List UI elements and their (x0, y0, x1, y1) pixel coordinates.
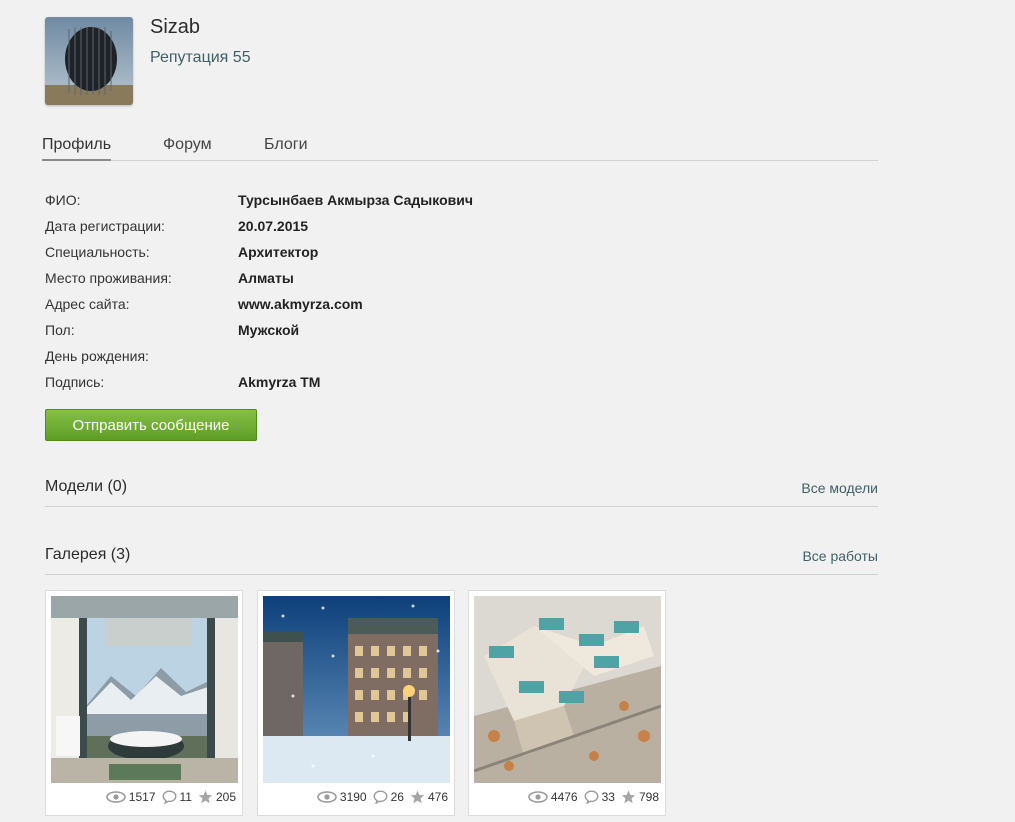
views-count: 1517 (128, 790, 156, 804)
info-row-gender: Пол: Мужской (45, 319, 745, 345)
star-icon (621, 790, 636, 804)
comments-stat: 33 (584, 790, 615, 804)
info-label: ФИО: (45, 192, 81, 208)
rating-count: 798 (638, 790, 659, 804)
info-label: Дата регистрации: (45, 218, 165, 234)
views-stat: 1517 (105, 790, 156, 804)
info-row-birthday: День рождения: (45, 345, 745, 371)
views-count: 4476 (550, 790, 578, 804)
info-label: Место проживания: (45, 270, 172, 286)
eye-icon (105, 791, 126, 803)
rating-stat: 205 (198, 790, 236, 804)
gallery-section-header: Галерея (3) Все работы (45, 546, 878, 575)
models-title: Модели (0) (45, 478, 128, 495)
gallery-thumbnail-winter-building[interactable] (263, 596, 450, 783)
tab-forum[interactable]: Форум (163, 136, 212, 159)
gallery-title: Галерея (3) (45, 546, 131, 563)
eye-icon (528, 791, 548, 803)
info-row-specialty: Специальность: Архитектор (45, 241, 745, 267)
info-value: Турсынбаев Акмырза Садыкович (238, 192, 473, 208)
info-row-fullname: ФИО: Турсынбаев Акмырза Садыкович (45, 189, 745, 215)
rating-stat: 476 (410, 790, 448, 804)
gallery-card[interactable]: 3190 26 476 (257, 590, 455, 816)
rating-count: 476 (427, 790, 448, 804)
comment-icon (161, 790, 177, 804)
info-row-registration-date: Дата регистрации: 20.07.2015 (45, 215, 745, 241)
gallery-thumbnail-bathroom[interactable] (51, 596, 238, 783)
all-works-link[interactable]: Все работы (802, 548, 878, 564)
views-stat: 3190 (317, 790, 367, 804)
rating-count: 205 (215, 790, 236, 804)
gallery-thumbnail-residential-complex[interactable] (474, 596, 661, 783)
comments-count: 11 (179, 790, 192, 804)
send-message-button[interactable]: Отправить сообщение (45, 409, 257, 441)
username: Sizab (150, 16, 201, 38)
reputation: Репутация 55 (150, 49, 251, 66)
comments-stat: 26 (373, 790, 404, 804)
info-row-website: Адрес сайта: www.akmyrza.com (45, 293, 745, 319)
info-label: Адрес сайта: (45, 296, 130, 312)
comments-stat: 11 (161, 790, 192, 804)
info-label: День рождения: (45, 348, 149, 364)
comments-count: 26 (390, 790, 404, 804)
star-icon (198, 790, 213, 804)
star-icon (410, 790, 425, 804)
info-value: 20.07.2015 (238, 218, 309, 234)
profile-info: ФИО: Турсынбаев Акмырза Садыкович Дата р… (45, 189, 745, 397)
gallery-stats: 4476 33 798 (522, 790, 659, 804)
website-link[interactable]: www.akmyrza.com (238, 293, 363, 315)
profile-tabs: Профиль Форум Блоги (42, 136, 878, 161)
info-row-location: Место проживания: Алматы (45, 267, 745, 293)
info-label: Подпись: (45, 374, 105, 390)
info-row-signature: Подпись: Akmyrza TM (45, 371, 745, 397)
models-section-header: Модели (0) Все модели (45, 478, 878, 507)
comment-icon (584, 790, 599, 804)
gallery-card[interactable]: 1517 11 205 (45, 590, 243, 816)
gallery-card[interactable]: 4476 33 798 (468, 590, 666, 816)
comments-count: 33 (601, 790, 615, 804)
rating-stat: 798 (621, 790, 659, 804)
tab-profile[interactable]: Профиль (42, 136, 112, 161)
info-value: Архитектор (238, 244, 319, 260)
info-value: Akmyrza TM (238, 374, 321, 390)
eye-icon (317, 791, 337, 803)
tab-blogs[interactable]: Блоги (264, 136, 308, 159)
all-models-link[interactable]: Все модели (801, 480, 878, 496)
comment-icon (373, 790, 388, 804)
info-value: Алматы (238, 270, 294, 286)
info-label: Пол: (45, 322, 75, 338)
avatar[interactable] (45, 17, 133, 105)
gallery-stats: 3190 26 476 (311, 790, 448, 804)
info-label: Специальность: (45, 244, 150, 260)
views-count: 3190 (339, 790, 367, 804)
gallery-stats: 1517 11 205 (100, 790, 236, 804)
views-stat: 4476 (528, 790, 578, 804)
info-value: Мужской (238, 322, 300, 338)
